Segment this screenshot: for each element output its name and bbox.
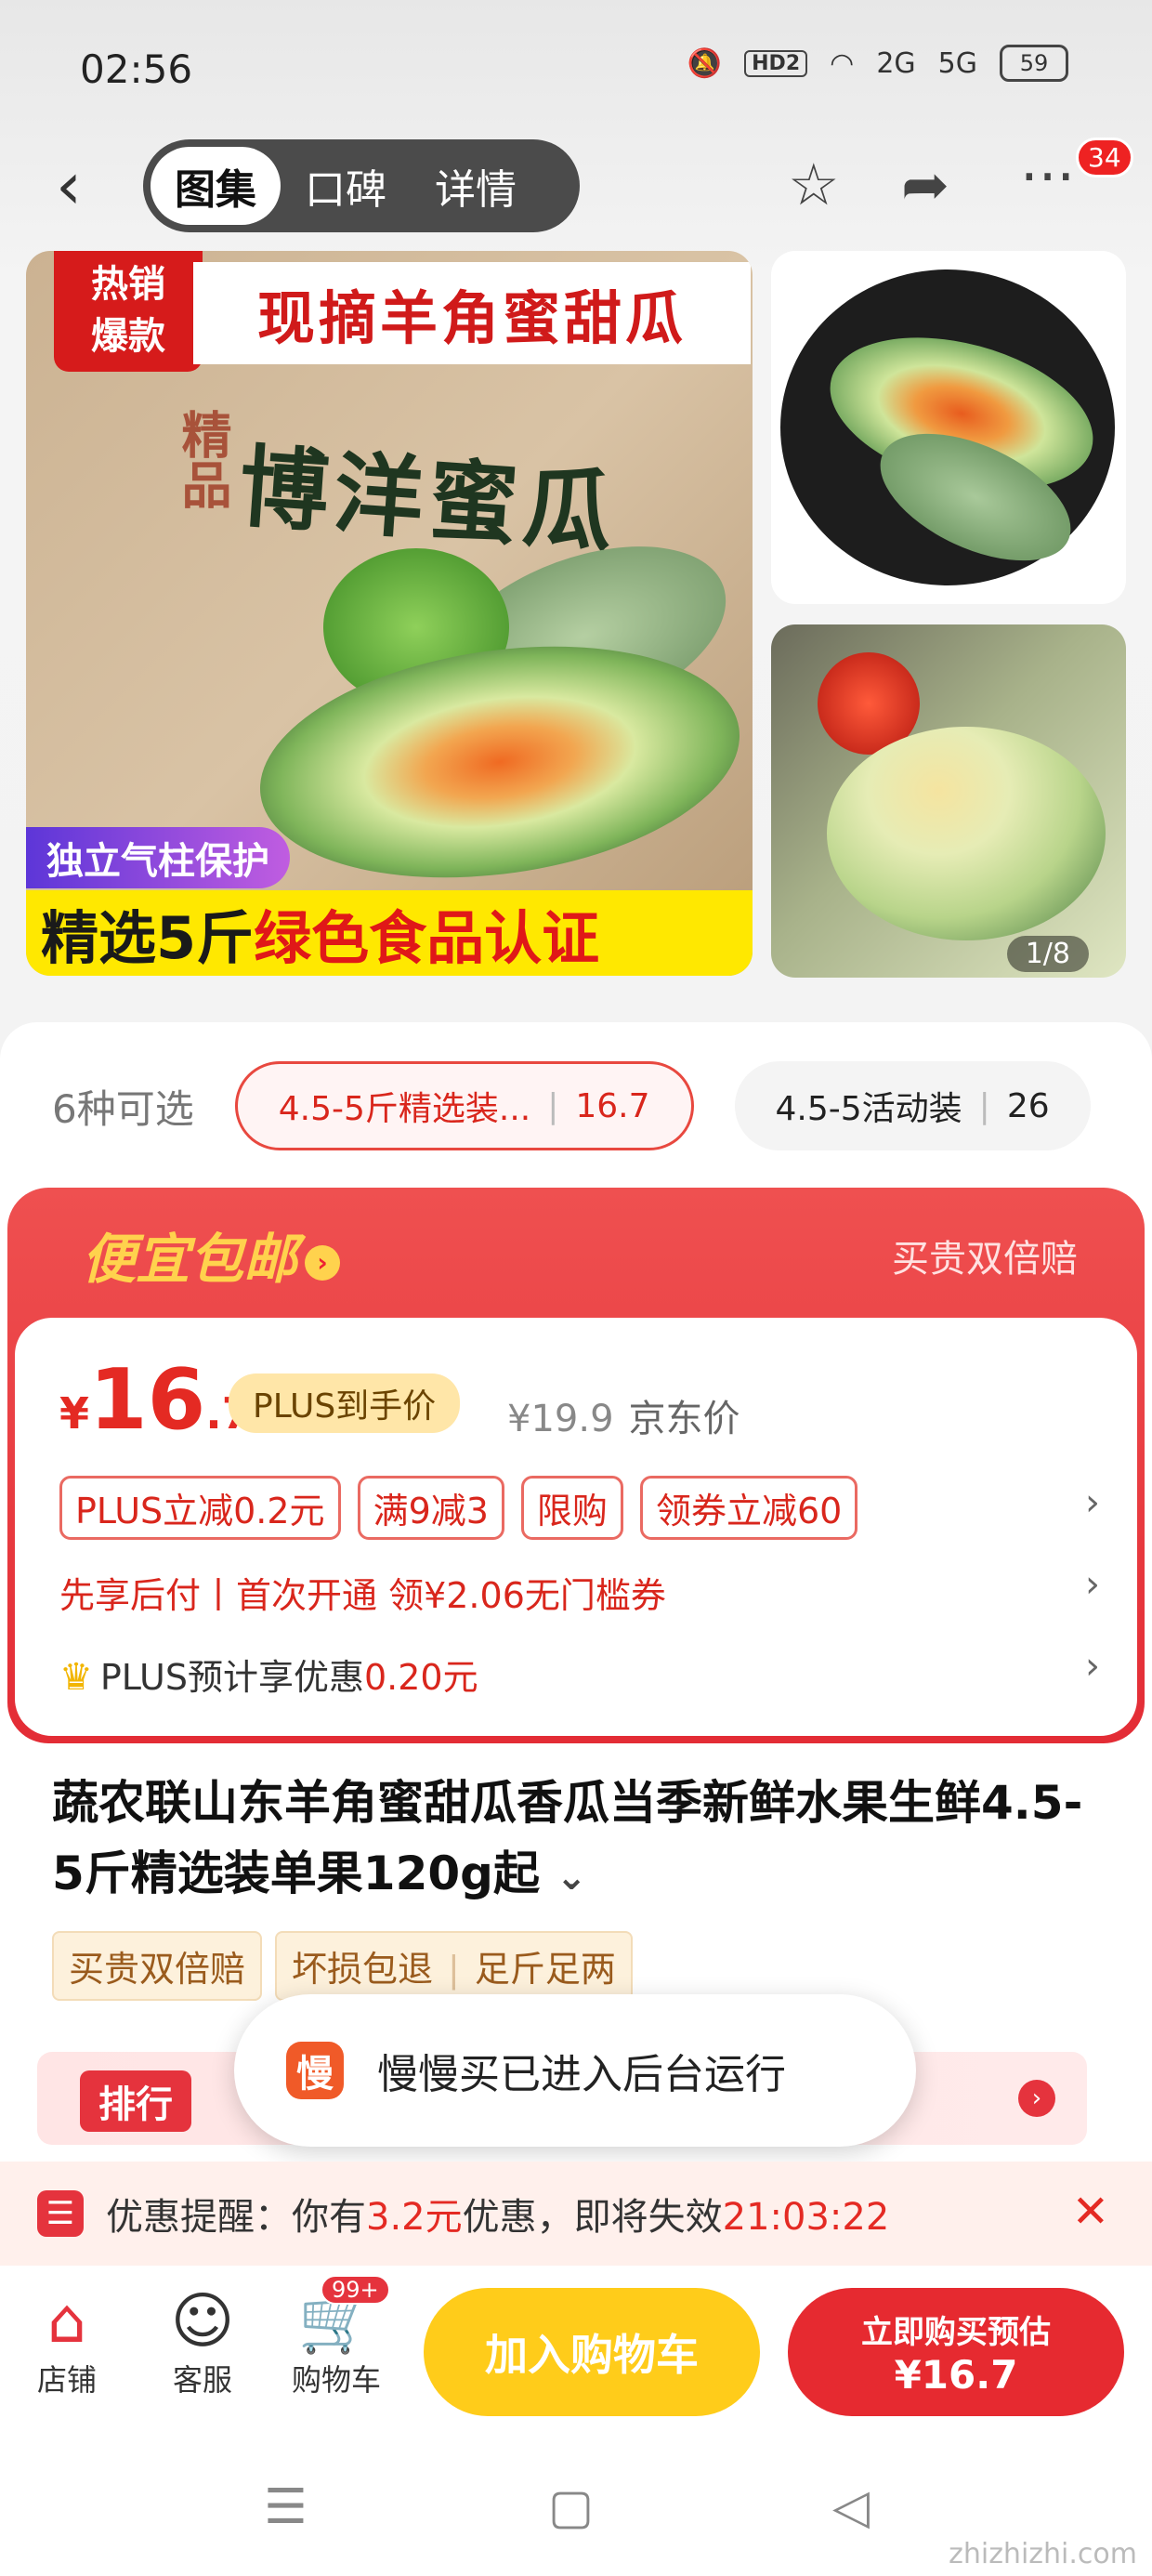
shop-button[interactable]: ⌂ 店铺	[11, 2286, 123, 2399]
add-to-cart-button[interactable]: 加入购物车	[424, 2288, 760, 2416]
box-side-label: 精品	[173, 409, 231, 509]
favorite-star-icon[interactable]: ☆	[788, 156, 840, 214]
mute-icon: 🔕	[687, 46, 723, 80]
chevron-down-icon[interactable]: ⌄	[556, 1856, 587, 1899]
view-tabs: 图集 口碑 详情	[143, 139, 580, 232]
gallery-main-image[interactable]: 热销 爆款 现摘羊角蜜甜瓜 精品 博洋蜜瓜 独立气柱保护 精选5斤 绿色食品认证	[26, 251, 753, 976]
bottom-action-bar: ⌂ 店铺 ☺ 客服 🛒 购物车 99+ 加入购物车 立即购买预估 ¥16.7	[0, 2266, 1152, 2442]
coupon-chip[interactable]: 满9减3	[357, 1476, 504, 1540]
reminder-text: 优惠提醒：你有3.2元优惠，即将失效21:03:22	[106, 2196, 890, 2239]
promo-panel: 便宜包邮 › 买贵双倍赔 ¥16.7 PLUS到手价 ¥19.9 京东价 PLUS立…	[7, 1188, 1145, 1743]
share-icon[interactable]: ➦	[901, 156, 949, 214]
more-icon[interactable]: ···	[1020, 149, 1075, 206]
status-bar: 02:56 🔕 HD2 ◠ 2G 5G 59	[0, 0, 1152, 139]
variant-option[interactable]: 4.5-5活动装 | 26	[734, 1061, 1091, 1150]
ranking-label: 排行	[80, 2070, 191, 2132]
plus-saving-row[interactable]: ♛ PLUS预计享优惠0.20元	[59, 1649, 478, 1700]
watermark: zhizhizhi.com	[949, 2538, 1137, 2570]
shop-icon: ⌂	[47, 2285, 86, 2357]
service-tag-group: 坏损包退 | 足斤足两	[275, 1931, 633, 2001]
variant-selector: 6种可选 4.5-5斤精选装... | 16.7 4.5-5活动装 | 26	[0, 1055, 1152, 1157]
status-icons: 🔕 HD2 ◠ 2G 5G 59	[687, 45, 1068, 82]
back-icon[interactable]: ‹	[56, 153, 82, 218]
toast-text: 慢慢买已进入后台运行	[377, 2051, 786, 2098]
close-icon[interactable]: ✕	[1072, 2186, 1109, 2238]
product-title[interactable]: 蔬农联山东羊角蜜甜瓜香瓜当季新鲜水果生鲜4.5-5斤精选装单果120g起 ⌄	[52, 1768, 1102, 1912]
variant-name: 4.5-5斤精选装...	[278, 1090, 531, 1128]
gallery-thumb-2[interactable]: 1/8	[771, 624, 1126, 978]
menu-icon[interactable]: ☰	[264, 2479, 308, 2535]
discount-reminder[interactable]: ☰ 优惠提醒：你有3.2元优惠，即将失效21:03:22 ✕	[0, 2162, 1152, 2266]
home-icon[interactable]: ▢	[548, 2479, 594, 2535]
variant-price: 26	[1006, 1086, 1050, 1125]
coupon-chips[interactable]: PLUS立减0.2元 满9减3 限购 领券立减60	[59, 1476, 858, 1540]
variant-name: 4.5-5活动装	[775, 1090, 962, 1128]
coupon-chip[interactable]: 限购	[520, 1476, 623, 1540]
melon-slice-image	[827, 727, 1106, 940]
variant-price: 16.7	[575, 1086, 650, 1125]
battery-icon: 59	[1000, 45, 1068, 82]
service-tags: 买贵双倍赔 坏损包退 | 足斤足两	[52, 1931, 633, 2001]
gallery-pager: 1/8	[1006, 936, 1089, 972]
variant-option-selected[interactable]: 4.5-5斤精选装... | 16.7	[234, 1061, 694, 1150]
chevron-right-icon[interactable]: ›	[1085, 1563, 1100, 1606]
hot-sale-badge: 热销 爆款	[54, 251, 203, 372]
hd-icon: HD2	[744, 49, 808, 77]
chevron-right-icon: ›	[305, 1244, 341, 1281]
chevron-right-icon[interactable]: ›	[1085, 1645, 1100, 1688]
chevron-right-icon[interactable]: ›	[1085, 1481, 1100, 1524]
app-icon: 慢	[286, 2042, 344, 2099]
coupon-chip[interactable]: PLUS立减0.2元	[59, 1476, 341, 1540]
green-food-banner: 精选5斤 绿色食品认证	[26, 890, 753, 976]
tab-details[interactable]: 详情	[411, 147, 541, 225]
tab-reviews[interactable]: 口碑	[281, 147, 411, 225]
coupon-chip[interactable]: 领券立减60	[639, 1476, 858, 1540]
pay-later-row[interactable]: 先享后付丨首次开通 领¥2.06无门槛券	[59, 1567, 666, 1618]
buy-now-button[interactable]: 立即购买预估 ¥16.7	[788, 2288, 1124, 2416]
status-time: 02:56	[80, 46, 193, 92]
chevron-right-icon: ›	[1018, 2080, 1055, 2117]
service-button[interactable]: ☺ 客服	[147, 2286, 258, 2399]
wifi-icon: ◠	[830, 46, 855, 80]
gallery-thumb-1[interactable]	[771, 251, 1126, 604]
crown-icon: ♛	[59, 1656, 93, 1699]
variant-count: 6种可选	[52, 1085, 194, 1132]
tab-gallery[interactable]: 图集	[151, 147, 281, 225]
signal-5g-icon: 5G	[937, 46, 977, 80]
double-compensation-label: 买贵双倍赔	[892, 1238, 1078, 1281]
air-column-tag: 独立气柱保护	[26, 827, 290, 888]
jd-price: ¥19.9 京东价	[507, 1398, 740, 1440]
free-shipping-header[interactable]: 便宜包邮 ›	[82, 1216, 341, 1294]
plus-price-badge: PLUS到手价	[229, 1373, 461, 1433]
background-toast: 慢 慢慢买已进入后台运行	[234, 1994, 916, 2147]
service-icon: ☺	[170, 2285, 235, 2357]
price-body: ¥16.7 PLUS到手价 ¥19.9 京东价 PLUS立减0.2元 满9减3 限…	[15, 1318, 1137, 1736]
reminder-icon: ☰	[37, 2190, 84, 2237]
message-badge: 34	[1076, 138, 1133, 177]
price-display: ¥16.7	[59, 1351, 252, 1449]
box-brand-text: 博洋蜜瓜	[235, 434, 622, 566]
service-tag: 买贵双倍赔	[52, 1931, 263, 2001]
signal-2g-icon: 2G	[876, 46, 916, 80]
system-nav-bar: ☰ ▢ ◁ zhizhizhi.com	[0, 2442, 1152, 2576]
back-nav-icon[interactable]: ◁	[832, 2479, 870, 2535]
cart-badge: 99+	[321, 2275, 390, 2305]
image-headline: 现摘羊角蜜甜瓜	[193, 262, 751, 364]
